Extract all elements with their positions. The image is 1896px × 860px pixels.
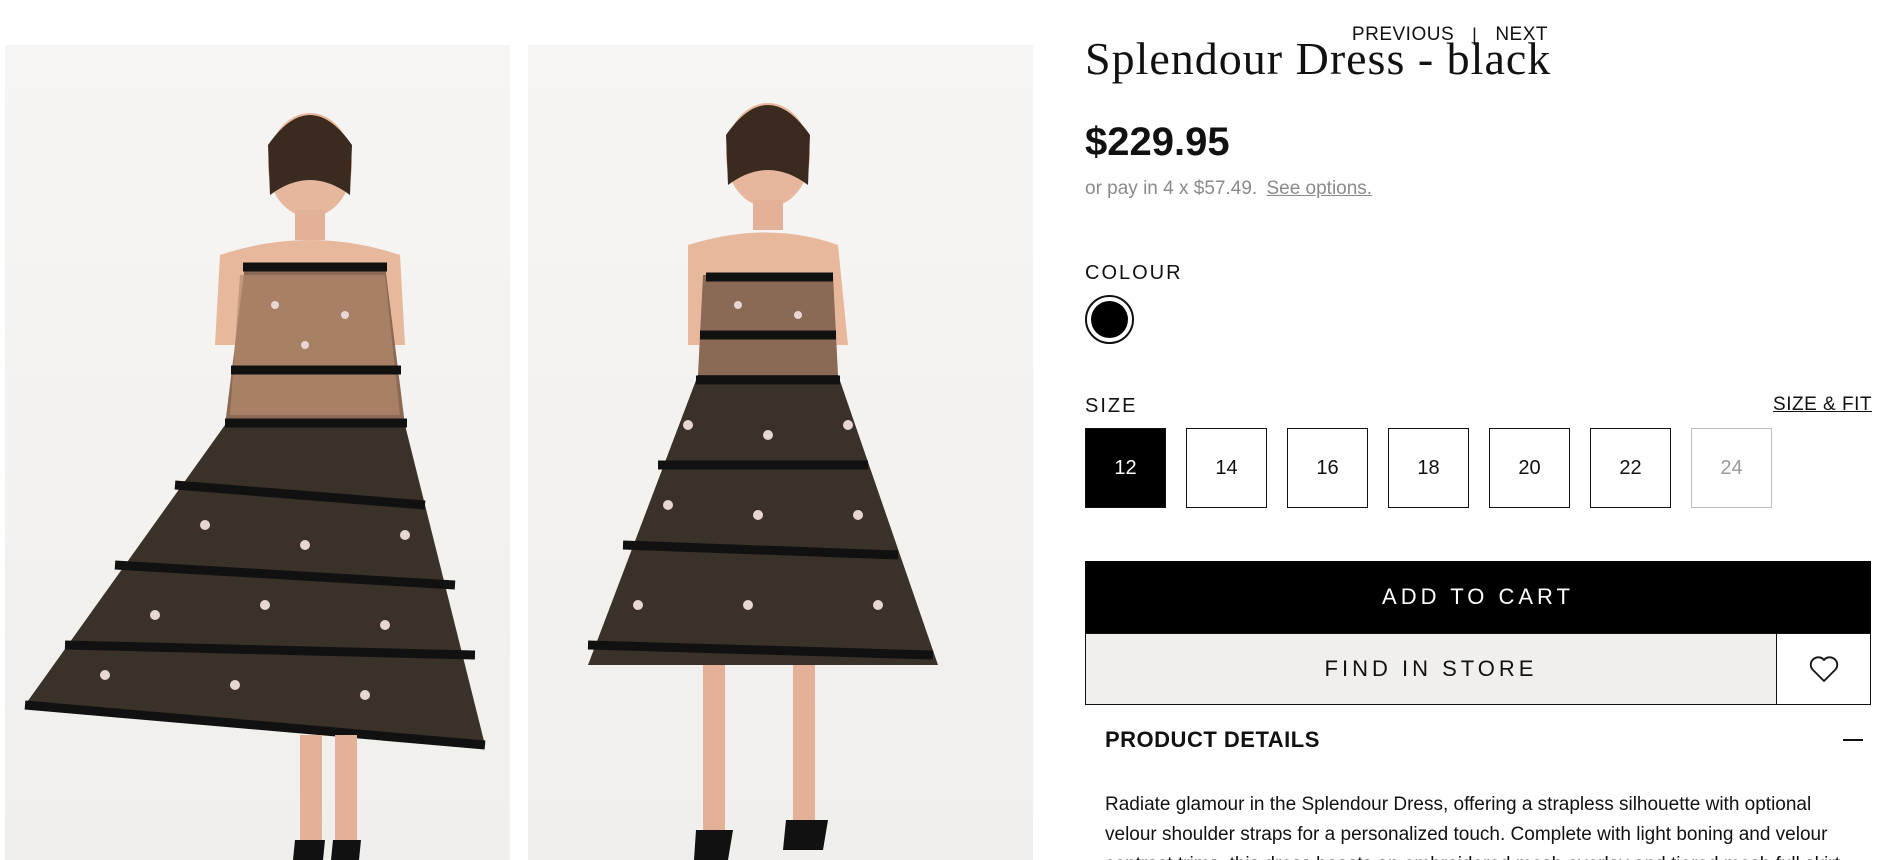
size-option-24[interactable]: 24 [1691,428,1772,508]
store-actions-row: FIND IN STORE [1085,633,1871,705]
size-option-22[interactable]: 22 [1590,428,1671,508]
find-in-store-button[interactable]: FIND IN STORE [1086,634,1777,704]
product-image-back[interactable] [528,45,1033,860]
size-option-20[interactable]: 20 [1489,428,1570,508]
size-fit-link[interactable]: SIZE & FIT [1773,394,1872,416]
product-price: $229.95 [1085,120,1230,164]
size-option-16[interactable]: 16 [1287,428,1368,508]
size-selector: 12 14 16 18 20 22 24 [1085,428,1772,508]
size-label: SIZE [1085,395,1138,417]
swatch-dot [1091,301,1128,338]
size-option-14[interactable]: 14 [1186,428,1267,508]
wishlist-button[interactable] [1777,634,1870,704]
add-to-cart-button[interactable]: ADD TO CART [1085,561,1871,633]
product-title: Splendour Dress - black [1085,33,1552,84]
heart-icon [1809,656,1838,682]
product-image-front[interactable] [5,45,510,860]
installment-text: or pay in 4 x $57.49. [1085,178,1258,199]
colour-swatch-black[interactable] [1085,295,1134,344]
model-front-illustration [24,113,486,860]
colour-label: COLOUR [1085,262,1183,284]
model-back-illustration [587,103,938,860]
product-description: Radiate glamour in the Splendour Dress, … [1105,794,1845,860]
size-option-12[interactable]: 12 [1085,428,1166,508]
minus-icon [1843,739,1863,741]
product-details-heading: PRODUCT DETAILS [1105,727,1320,752]
installment-info: or pay in 4 x $57.49. See options. [1085,178,1372,200]
size-option-18[interactable]: 18 [1388,428,1469,508]
see-options-link[interactable]: See options. [1266,178,1372,199]
product-details-toggle[interactable]: PRODUCT DETAILS [1105,727,1871,753]
